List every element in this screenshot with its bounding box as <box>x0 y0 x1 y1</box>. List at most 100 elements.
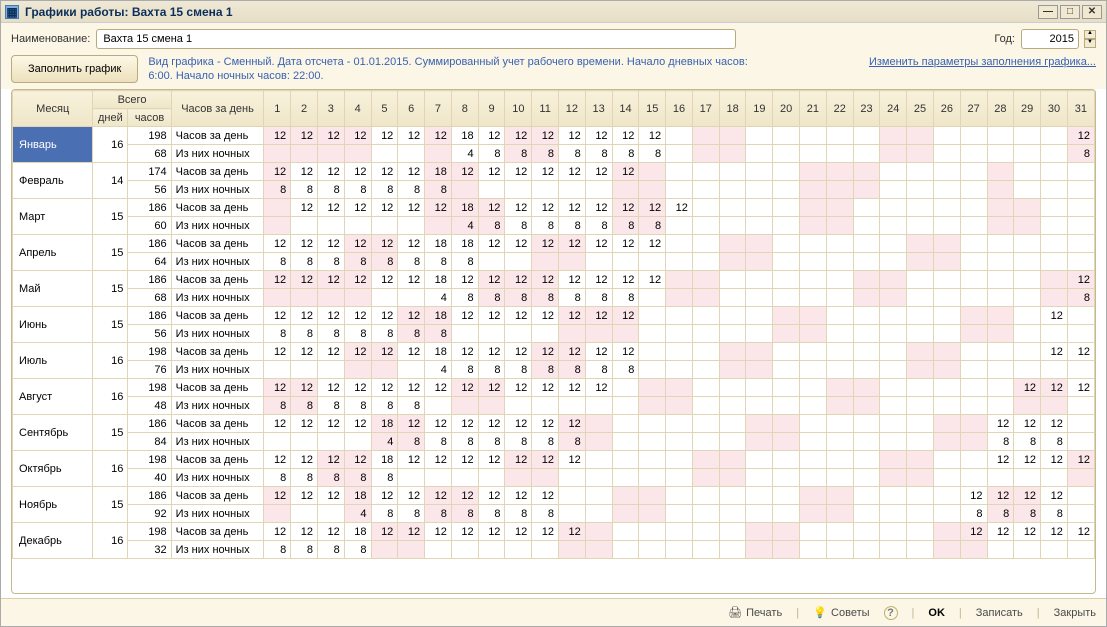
cell-hours[interactable] <box>1014 163 1041 181</box>
cell-hours[interactable] <box>666 523 693 541</box>
cell-night[interactable]: 8 <box>505 361 532 379</box>
cell-night[interactable] <box>1041 253 1068 271</box>
cell-hours[interactable] <box>666 451 693 469</box>
cell-night[interactable] <box>853 145 880 163</box>
cell-hours[interactable]: 12 <box>1014 451 1041 469</box>
cell-hours[interactable] <box>746 199 773 217</box>
tips-button[interactable]: 💡 Советы <box>813 606 869 620</box>
cell-hours[interactable]: 12 <box>1067 343 1094 361</box>
cell-night[interactable] <box>264 433 291 451</box>
cell-night[interactable]: 8 <box>425 433 452 451</box>
cell-hours[interactable] <box>692 451 719 469</box>
cell-night[interactable] <box>559 253 586 271</box>
cell-night[interactable] <box>746 361 773 379</box>
cell-night[interactable] <box>1014 541 1041 559</box>
cell-night[interactable] <box>639 181 666 199</box>
cell-night[interactable]: 8 <box>264 181 291 199</box>
cell-hours[interactable]: 12 <box>505 343 532 361</box>
cell-night[interactable] <box>853 181 880 199</box>
cell-hours[interactable]: 12 <box>291 163 318 181</box>
cell-night[interactable]: 8 <box>639 145 666 163</box>
cell-night[interactable] <box>1041 181 1068 199</box>
cell-night[interactable]: 8 <box>505 433 532 451</box>
cell-hours[interactable] <box>800 307 827 325</box>
cell-night[interactable] <box>451 469 478 487</box>
cell-hours[interactable] <box>800 379 827 397</box>
cell-hours[interactable]: 12 <box>639 271 666 289</box>
cell-night[interactable] <box>933 325 960 343</box>
cell-night[interactable] <box>933 181 960 199</box>
cell-night[interactable] <box>666 217 693 235</box>
cell-hours[interactable]: 12 <box>585 379 612 397</box>
cell-hours[interactable]: 12 <box>317 415 344 433</box>
cell-hours[interactable] <box>960 451 987 469</box>
cell-night[interactable] <box>612 541 639 559</box>
cell-hours[interactable]: 12 <box>291 415 318 433</box>
cell-hours[interactable]: 12 <box>317 379 344 397</box>
cell-hours[interactable] <box>853 199 880 217</box>
cell-night[interactable] <box>933 541 960 559</box>
cell-hours[interactable] <box>987 235 1014 253</box>
cell-night[interactable]: 4 <box>425 361 452 379</box>
month-cell[interactable]: Декабрь <box>13 523 93 559</box>
cell-night[interactable]: 8 <box>478 361 505 379</box>
month-cell[interactable]: Январь <box>13 127 93 163</box>
cell-hours[interactable] <box>960 163 987 181</box>
cell-night[interactable]: 8 <box>478 145 505 163</box>
cell-night[interactable]: 8 <box>478 505 505 523</box>
cell-hours[interactable] <box>1067 163 1094 181</box>
cell-night[interactable] <box>719 397 746 415</box>
cell-night[interactable] <box>344 433 371 451</box>
cell-night[interactable] <box>800 541 827 559</box>
cell-hours[interactable] <box>746 271 773 289</box>
cell-hours[interactable]: 12 <box>532 127 559 145</box>
cell-night[interactable]: 8 <box>532 505 559 523</box>
cell-night[interactable] <box>666 397 693 415</box>
cell-night[interactable] <box>692 181 719 199</box>
cell-hours[interactable]: 12 <box>585 271 612 289</box>
cell-night[interactable] <box>826 361 853 379</box>
cell-hours[interactable]: 12 <box>1041 415 1068 433</box>
cell-night[interactable] <box>880 325 907 343</box>
cell-night[interactable] <box>800 181 827 199</box>
cell-hours[interactable]: 12 <box>612 271 639 289</box>
cell-night[interactable]: 8 <box>478 433 505 451</box>
cell-night[interactable] <box>880 181 907 199</box>
cell-hours[interactable]: 12 <box>425 127 452 145</box>
cell-night[interactable]: 8 <box>612 145 639 163</box>
cell-hours[interactable] <box>800 415 827 433</box>
cell-hours[interactable]: 12 <box>317 199 344 217</box>
cell-hours[interactable]: 12 <box>264 379 291 397</box>
cell-hours[interactable] <box>880 379 907 397</box>
cell-night[interactable] <box>960 289 987 307</box>
cell-night[interactable] <box>853 217 880 235</box>
cell-hours[interactable] <box>853 487 880 505</box>
cell-night[interactable] <box>478 325 505 343</box>
cell-hours[interactable] <box>559 487 586 505</box>
cell-hours[interactable] <box>933 199 960 217</box>
cell-night[interactable] <box>960 361 987 379</box>
year-spin-up[interactable]: ▲ <box>1084 30 1096 39</box>
cell-night[interactable]: 8 <box>344 325 371 343</box>
cell-hours[interactable] <box>639 451 666 469</box>
cell-hours[interactable]: 12 <box>532 523 559 541</box>
cell-hours[interactable]: 18 <box>451 199 478 217</box>
cell-night[interactable] <box>692 433 719 451</box>
cell-night[interactable] <box>505 325 532 343</box>
cell-night[interactable] <box>746 397 773 415</box>
cell-hours[interactable]: 12 <box>344 343 371 361</box>
cell-night[interactable] <box>532 397 559 415</box>
cell-hours[interactable] <box>933 271 960 289</box>
cell-night[interactable] <box>585 541 612 559</box>
month-cell[interactable]: Ноябрь <box>13 487 93 523</box>
cell-night[interactable] <box>746 469 773 487</box>
cell-night[interactable] <box>398 469 425 487</box>
cell-hours[interactable] <box>1014 343 1041 361</box>
cell-hours[interactable] <box>826 379 853 397</box>
cell-hours[interactable]: 12 <box>344 199 371 217</box>
cell-hours[interactable]: 12 <box>398 163 425 181</box>
cell-hours[interactable] <box>933 523 960 541</box>
cell-night[interactable] <box>291 361 318 379</box>
cell-hours[interactable]: 12 <box>505 199 532 217</box>
cell-night[interactable] <box>666 325 693 343</box>
